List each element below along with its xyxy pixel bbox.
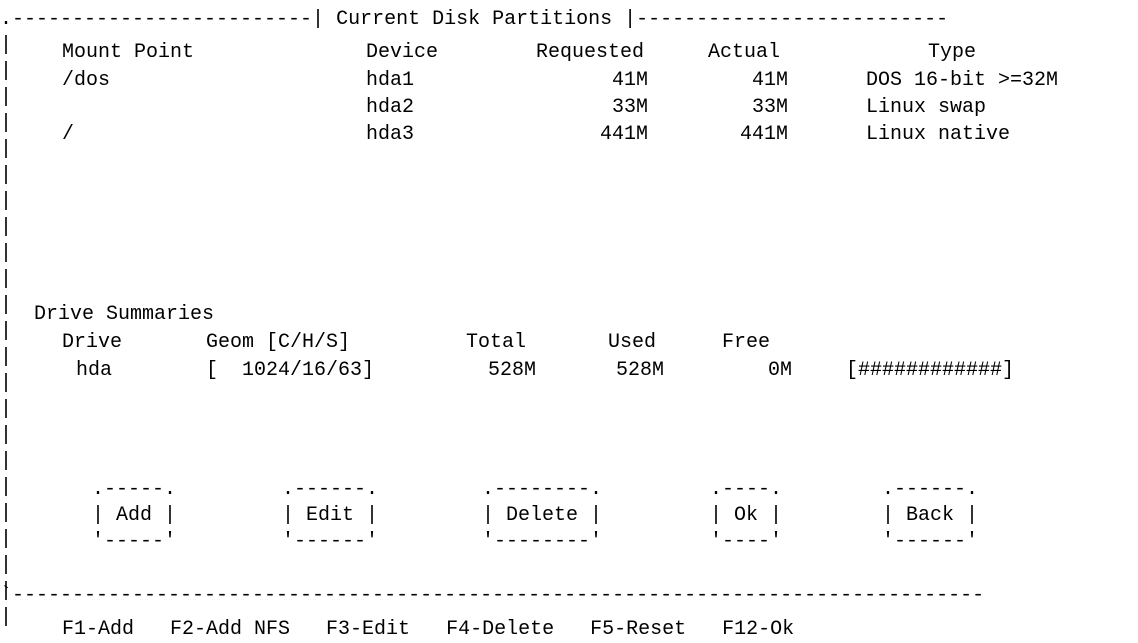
back-button[interactable]: .------. | Back | '------' <box>882 477 978 555</box>
window-title: Current Disk Partitions <box>336 8 613 31</box>
col-header-used: Used <box>608 331 657 354</box>
frame-left-edge: | | | | | | | | | | | | | | | | | | | | … <box>0 34 13 629</box>
row-device: hda1 <box>366 69 415 92</box>
row-mount-point: /dos <box>62 69 111 92</box>
col-header-actual: Actual <box>708 41 781 64</box>
row-device: hda2 <box>366 96 415 119</box>
drive-name: hda <box>76 359 113 382</box>
row-device: hda3 <box>366 123 415 146</box>
drive-usage-bar: [############] <box>846 359 1015 382</box>
row-type: Linux swap <box>866 96 987 119</box>
col-header-geom: Geom [C/H/S] <box>206 331 351 354</box>
row-requested: 33M <box>611 96 648 119</box>
row-type: DOS 16-bit >=32M <box>866 69 1059 92</box>
delete-button-label[interactable]: Delete <box>506 504 578 527</box>
drive-total: 528M <box>487 359 536 382</box>
row-requested: 441M <box>599 123 648 146</box>
col-header-device: Device <box>366 41 439 64</box>
col-header-free: Free <box>722 331 771 354</box>
drive-free: 0M <box>767 359 792 382</box>
edit-button-label[interactable]: Edit <box>306 504 354 527</box>
drive-geom: [ 1024/16/63] <box>206 359 375 382</box>
col-header-requested: Requested <box>536 41 645 64</box>
row-actual: 33M <box>751 96 788 119</box>
row-actual: 41M <box>751 69 788 92</box>
edit-button[interactable]: .------. | Edit | '------' <box>282 477 378 555</box>
col-header-mount-point: Mount Point <box>62 41 195 64</box>
drive-summaries-title: Drive Summaries <box>34 303 215 326</box>
ok-button-label[interactable]: Ok <box>734 504 758 527</box>
row-mount-point: / <box>62 123 75 146</box>
row-requested: 41M <box>611 69 648 92</box>
frame-bottom-border: `---------------------------------------… <box>0 584 985 607</box>
col-header-total: Total <box>466 331 527 354</box>
col-header-drive: Drive <box>62 331 123 354</box>
add-button-label[interactable]: Add <box>116 504 152 527</box>
function-key-help: F1-Add F2-Add NFS F3-Edit F4-Delete F5-R… <box>62 618 795 641</box>
drive-used: 528M <box>615 359 664 382</box>
col-header-type: Type <box>928 41 977 64</box>
row-type: Linux native <box>866 123 1011 146</box>
row-actual: 441M <box>739 123 788 146</box>
back-button-label[interactable]: Back <box>906 504 954 527</box>
delete-button[interactable]: .--------. | Delete | '--------' <box>482 477 602 555</box>
frame-top-border: .-------------------------| Current Disk… <box>0 8 949 31</box>
ok-button[interactable]: .----. | Ok | '----' <box>710 477 782 555</box>
add-button[interactable]: .-----. | Add | '-----' <box>92 477 176 555</box>
